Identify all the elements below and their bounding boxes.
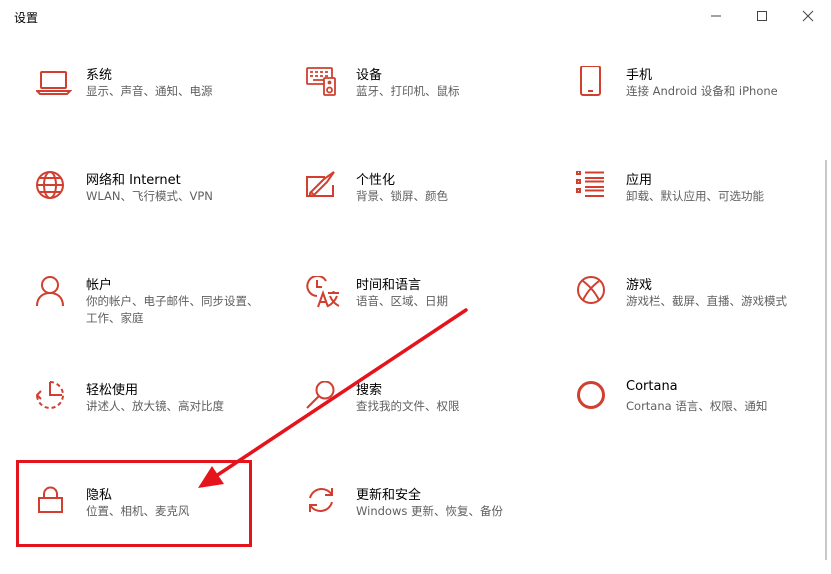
cortana-icon (576, 381, 612, 417)
tile-name: 时间和语言 (356, 278, 422, 293)
tile-name: 帐户 (86, 278, 113, 293)
tile-gaming[interactable]: 游戏 游戏栏、截屏、直播、游戏模式 (576, 276, 826, 346)
title-bar: 设置 (0, 0, 831, 34)
maximize-icon (757, 11, 767, 21)
tile-name: 游戏 (626, 278, 653, 293)
tile-name: 更新和安全 (356, 488, 422, 503)
tile-accounts[interactable]: 帐户 你的帐户、电子邮件、同步设置、工作、家庭 (36, 276, 286, 346)
tile-name: 搜索 (356, 383, 383, 398)
tile-search[interactable]: 搜索 查找我的文件、权限 (306, 381, 556, 451)
tile-name: 系统 (86, 68, 113, 83)
tile-description: Windows 更新、恢复、备份 (356, 504, 503, 518)
close-icon (802, 10, 814, 22)
tile-cortana[interactable]: Cortana Cortana 语言、权限、通知 (576, 379, 826, 451)
tile-name: 网络和 Internet (86, 173, 181, 188)
tile-description: 蓝牙、打印机、鼠标 (356, 84, 460, 98)
tile-devices[interactable]: 设备 蓝牙、打印机、鼠标 (306, 66, 556, 136)
tile-personalization[interactable]: 个性化 背景、锁屏、颜色 (306, 171, 556, 241)
minimize-button[interactable] (693, 0, 739, 32)
tile-name: 手机 (626, 68, 653, 83)
tile-name: 应用 (626, 173, 653, 188)
tile-description: 背景、锁屏、颜色 (356, 189, 448, 203)
tile-apps[interactable]: 应用 卸载、默认应用、可选功能 (576, 171, 826, 241)
tile-network[interactable]: 网络和 Internet WLAN、飞行模式、VPN (36, 171, 286, 241)
apps-list-icon (576, 171, 612, 207)
tile-phone[interactable]: 手机 连接 Android 设备和 iPhone (576, 66, 826, 136)
paint-icon (306, 171, 342, 207)
highlight-box (16, 460, 252, 547)
tile-description: 查找我的文件、权限 (356, 399, 460, 413)
minimize-icon (711, 15, 721, 17)
laptop-icon (36, 66, 72, 102)
tile-description: Cortana 语言、权限、通知 (626, 399, 768, 413)
scrollbar[interactable] (825, 160, 827, 560)
close-button[interactable] (785, 0, 831, 32)
search-icon (306, 381, 342, 417)
tile-description: 讲述人、放大镜、高对比度 (86, 399, 224, 413)
tile-name: Cortana (626, 379, 678, 394)
keyboard-icon (306, 66, 342, 102)
tile-description: 语音、区域、日期 (356, 294, 448, 308)
tile-description: 游戏栏、截屏、直播、游戏模式 (626, 294, 787, 308)
tile-description: 你的帐户、电子邮件、同步设置、工作、家庭 (86, 294, 259, 325)
globe-icon (36, 171, 72, 207)
tile-name: 设备 (356, 68, 383, 83)
sync-icon (306, 486, 342, 522)
phone-icon (576, 66, 612, 102)
tile-system[interactable]: 系统 显示、声音、通知、电源 (36, 66, 286, 136)
tile-description: 连接 Android 设备和 iPhone (626, 84, 778, 98)
xbox-icon (576, 276, 612, 312)
person-icon (36, 276, 72, 312)
ease-of-access-icon (36, 381, 72, 417)
tile-time-language[interactable]: 时间和语言 语音、区域、日期 (306, 276, 556, 346)
tile-description: 显示、声音、通知、电源 (86, 84, 213, 98)
time-language-icon (306, 276, 342, 312)
window-title: 设置 (14, 11, 39, 25)
tile-name: 个性化 (356, 173, 396, 188)
maximize-button[interactable] (739, 0, 785, 32)
tile-name: 轻松使用 (86, 383, 139, 398)
tile-description: WLAN、飞行模式、VPN (86, 189, 213, 203)
tile-description: 卸载、默认应用、可选功能 (626, 189, 764, 203)
tile-ease-of-access[interactable]: 轻松使用 讲述人、放大镜、高对比度 (36, 381, 286, 451)
tile-update-security[interactable]: 更新和安全 Windows 更新、恢复、备份 (306, 486, 556, 556)
